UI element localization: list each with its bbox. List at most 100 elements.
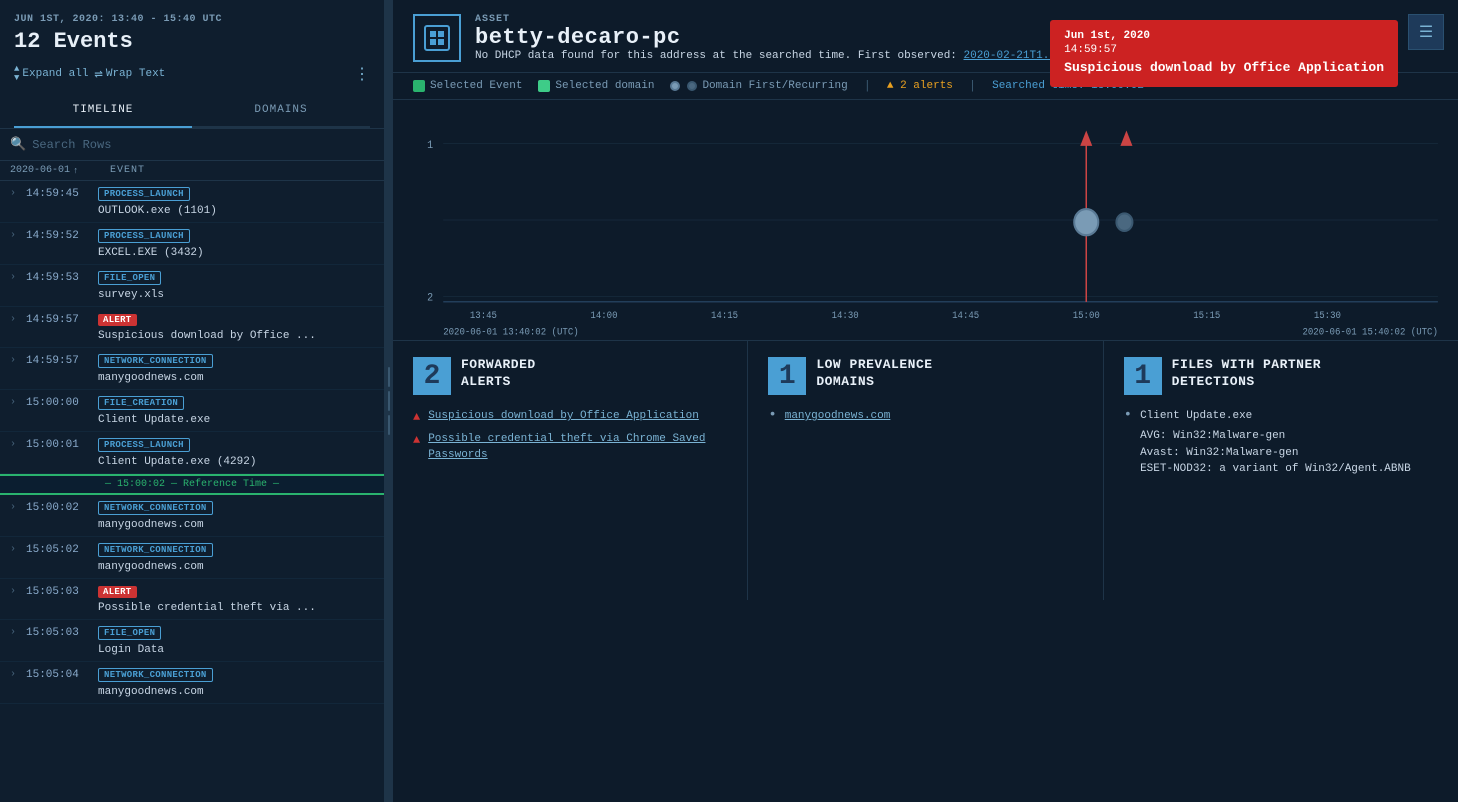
event-desc: manygoodnews.com — [98, 519, 204, 531]
event-desc: Login Data — [98, 644, 164, 656]
table-row[interactable]: › 15:00:01 PROCESS_LAUNCH Client Update.… — [0, 432, 384, 474]
event-content: PROCESS_LAUNCH EXCEL.EXE (3432) — [98, 228, 378, 259]
stat-card-forwarded-alerts: 2 FORWARDEDALERTS ▲ Suspicious download … — [393, 341, 748, 600]
event-desc: OUTLOOK.exe (1101) — [98, 205, 217, 217]
legend-selected-event: Selected Event — [413, 80, 522, 92]
badge-network-connection: NETWORK_CONNECTION — [98, 501, 213, 515]
table-row[interactable]: › 14:59:53 FILE_OPEN survey.xls — [0, 265, 384, 307]
badge-network-connection: NETWORK_CONNECTION — [98, 354, 213, 368]
sort-icon: ↑ — [73, 166, 78, 176]
alert-link-2[interactable]: Possible credential theft via Chrome Sav… — [428, 432, 727, 463]
chart-area: Prevalence 1 2 13:45 14:00 14:15 14:30 1… — [393, 100, 1458, 340]
stat-number-files: 1 — [1124, 357, 1162, 395]
legend-selected-event-label: Selected Event — [430, 80, 522, 92]
search-row: 🔍 — [0, 129, 384, 161]
badge-process-launch: PROCESS_LAUNCH — [98, 438, 190, 452]
badge-file-open: FILE_OPEN — [98, 271, 161, 285]
stat-item: ▲ Possible credential theft via Chrome S… — [413, 432, 727, 463]
event-content: NETWORK_CONNECTION manygoodnews.com — [98, 542, 378, 573]
table-row[interactable]: › 14:59:57 NETWORK_CONNECTION manygoodne… — [0, 348, 384, 390]
table-row[interactable]: › 15:05:04 NETWORK_CONNECTION manygoodne… — [0, 662, 384, 704]
dhcp-first-observed-link[interactable]: 2020-02-21T1... — [964, 50, 1063, 62]
alert-link-1[interactable]: Suspicious download by Office Applicatio… — [428, 409, 699, 424]
tooltip-message: Suspicious download by Office Applicatio… — [1064, 60, 1384, 77]
badge-process-launch: PROCESS_LAUNCH — [98, 229, 190, 243]
filter-button[interactable]: ☰ — [1408, 14, 1444, 50]
badge-process-launch: PROCESS_LAUNCH — [98, 187, 190, 201]
search-icon: 🔍 — [10, 137, 26, 152]
chevron-right-icon: › — [10, 397, 22, 408]
filter-icon: ☰ — [1419, 22, 1433, 42]
alerts-count-label: 2 alerts — [900, 80, 953, 92]
stat-title-domains: LOW PREVALENCEDOMAINS — [816, 357, 932, 391]
chevron-right-icon: › — [10, 544, 22, 555]
event-desc: survey.xls — [98, 289, 164, 301]
more-options-button[interactable]: ⋮ — [354, 64, 370, 84]
alerts-badge: ▲ 2 alerts — [887, 80, 953, 92]
svg-text:14:00: 14:00 — [590, 310, 617, 321]
left-panel: JUN 1ST, 2020: 13:40 - 15:40 UTC 12 Even… — [0, 0, 385, 802]
badge-file-creation: FILE_CREATION — [98, 396, 184, 410]
tooltip-date: Jun 1st, 2020 — [1064, 30, 1384, 42]
table-row[interactable]: › 15:05:03 FILE_OPEN Login Data — [0, 620, 384, 662]
stat-item: • Client Update.exe AVG: Win32:Malware-g… — [1124, 409, 1438, 478]
svg-text:14:30: 14:30 — [832, 310, 859, 321]
asset-icon — [413, 14, 461, 62]
reference-time-row: — 15:00:02 — Reference Time — — [0, 474, 384, 495]
table-row[interactable]: › 14:59:57 ALERT Suspicious download by … — [0, 307, 384, 348]
tooltip-time: 14:59:57 — [1064, 44, 1384, 56]
legend-domain-first: Domain First/Recurring — [670, 80, 847, 92]
legend-domain-first-label: Domain First/Recurring — [702, 80, 847, 92]
table-row[interactable]: › 15:05:02 NETWORK_CONNECTION manygoodne… — [0, 537, 384, 579]
chevron-right-icon: › — [10, 314, 22, 325]
wrap-text-button[interactable]: ⇌ Wrap Text — [94, 66, 165, 83]
stat-card-header: 1 FILES WITH PARTNERDETECTIONS — [1124, 357, 1438, 395]
bullet-dot-icon: • — [1124, 407, 1132, 423]
file-detection-info: Client Update.exe AVG: Win32:Malware-gen… — [1140, 409, 1411, 478]
stat-title-alerts: FORWARDEDALERTS — [461, 357, 536, 391]
event-time: 15:05:04 — [26, 669, 94, 681]
stat-card-partner-detections: 1 FILES WITH PARTNERDETECTIONS • Client … — [1104, 341, 1458, 600]
event-desc: Possible credential theft via ... — [98, 602, 316, 614]
tabs-row: TIMELINE DOMAINS — [14, 94, 370, 128]
event-time: 14:59:45 — [26, 188, 94, 200]
expand-all-label: Expand all — [22, 68, 88, 80]
tab-domains[interactable]: DOMAINS — [192, 94, 370, 128]
badge-network-connection: NETWORK_CONNECTION — [98, 668, 213, 682]
chevron-right-icon: › — [10, 355, 22, 366]
table-row[interactable]: › 15:00:00 FILE_CREATION Client Update.e… — [0, 390, 384, 432]
stat-number-domains: 1 — [768, 357, 806, 395]
svg-text:15:15: 15:15 — [1193, 310, 1220, 321]
event-content: NETWORK_CONNECTION manygoodnews.com — [98, 353, 378, 384]
dhcp-notice-text: No DHCP data found for this address at t… — [475, 50, 851, 62]
event-desc: manygoodnews.com — [98, 561, 204, 573]
domain-first-indicator — [670, 81, 680, 91]
panel-divider[interactable] — [385, 0, 393, 802]
event-desc: Client Update.exe — [98, 414, 210, 426]
expand-all-button[interactable]: ▲▼ Expand all — [14, 65, 88, 83]
svg-text:13:45: 13:45 — [470, 310, 497, 321]
reference-time-label: — 15:00:02 — Reference Time — — [105, 479, 279, 490]
col-date-header: 2020-06-01 ↑ — [10, 165, 100, 176]
legend-selected-domain: Selected domain — [538, 80, 654, 92]
event-content: FILE_CREATION Client Update.exe — [98, 395, 378, 426]
selected-domain-indicator — [538, 80, 550, 92]
event-content: ALERT Possible credential theft via ... — [98, 584, 378, 614]
table-row[interactable]: › 14:59:52 PROCESS_LAUNCH EXCEL.EXE (343… — [0, 223, 384, 265]
table-row[interactable]: › 15:05:03 ALERT Possible credential the… — [0, 579, 384, 620]
bottom-stats: 2 FORWARDEDALERTS ▲ Suspicious download … — [393, 340, 1458, 600]
alert-triangle-icon: ▲ — [413, 410, 420, 424]
event-time: 15:00:02 — [26, 502, 94, 514]
svg-text:15:30: 15:30 — [1314, 310, 1341, 321]
domain-link-1[interactable]: manygoodnews.com — [785, 409, 891, 424]
table-row[interactable]: › 15:00:02 NETWORK_CONNECTION manygoodne… — [0, 495, 384, 537]
chevron-right-icon: › — [10, 230, 22, 241]
search-input[interactable] — [32, 138, 374, 152]
wrap-text-label: Wrap Text — [106, 68, 165, 80]
stat-card-header: 1 LOW PREVALENCEDOMAINS — [768, 357, 1082, 395]
svg-text:2: 2 — [427, 292, 433, 304]
stat-number-alerts: 2 — [413, 357, 451, 395]
tab-timeline[interactable]: TIMELINE — [14, 94, 192, 128]
wrap-text-icon: ⇌ — [94, 66, 102, 83]
table-row[interactable]: › 14:59:45 PROCESS_LAUNCH OUTLOOK.exe (1… — [0, 181, 384, 223]
